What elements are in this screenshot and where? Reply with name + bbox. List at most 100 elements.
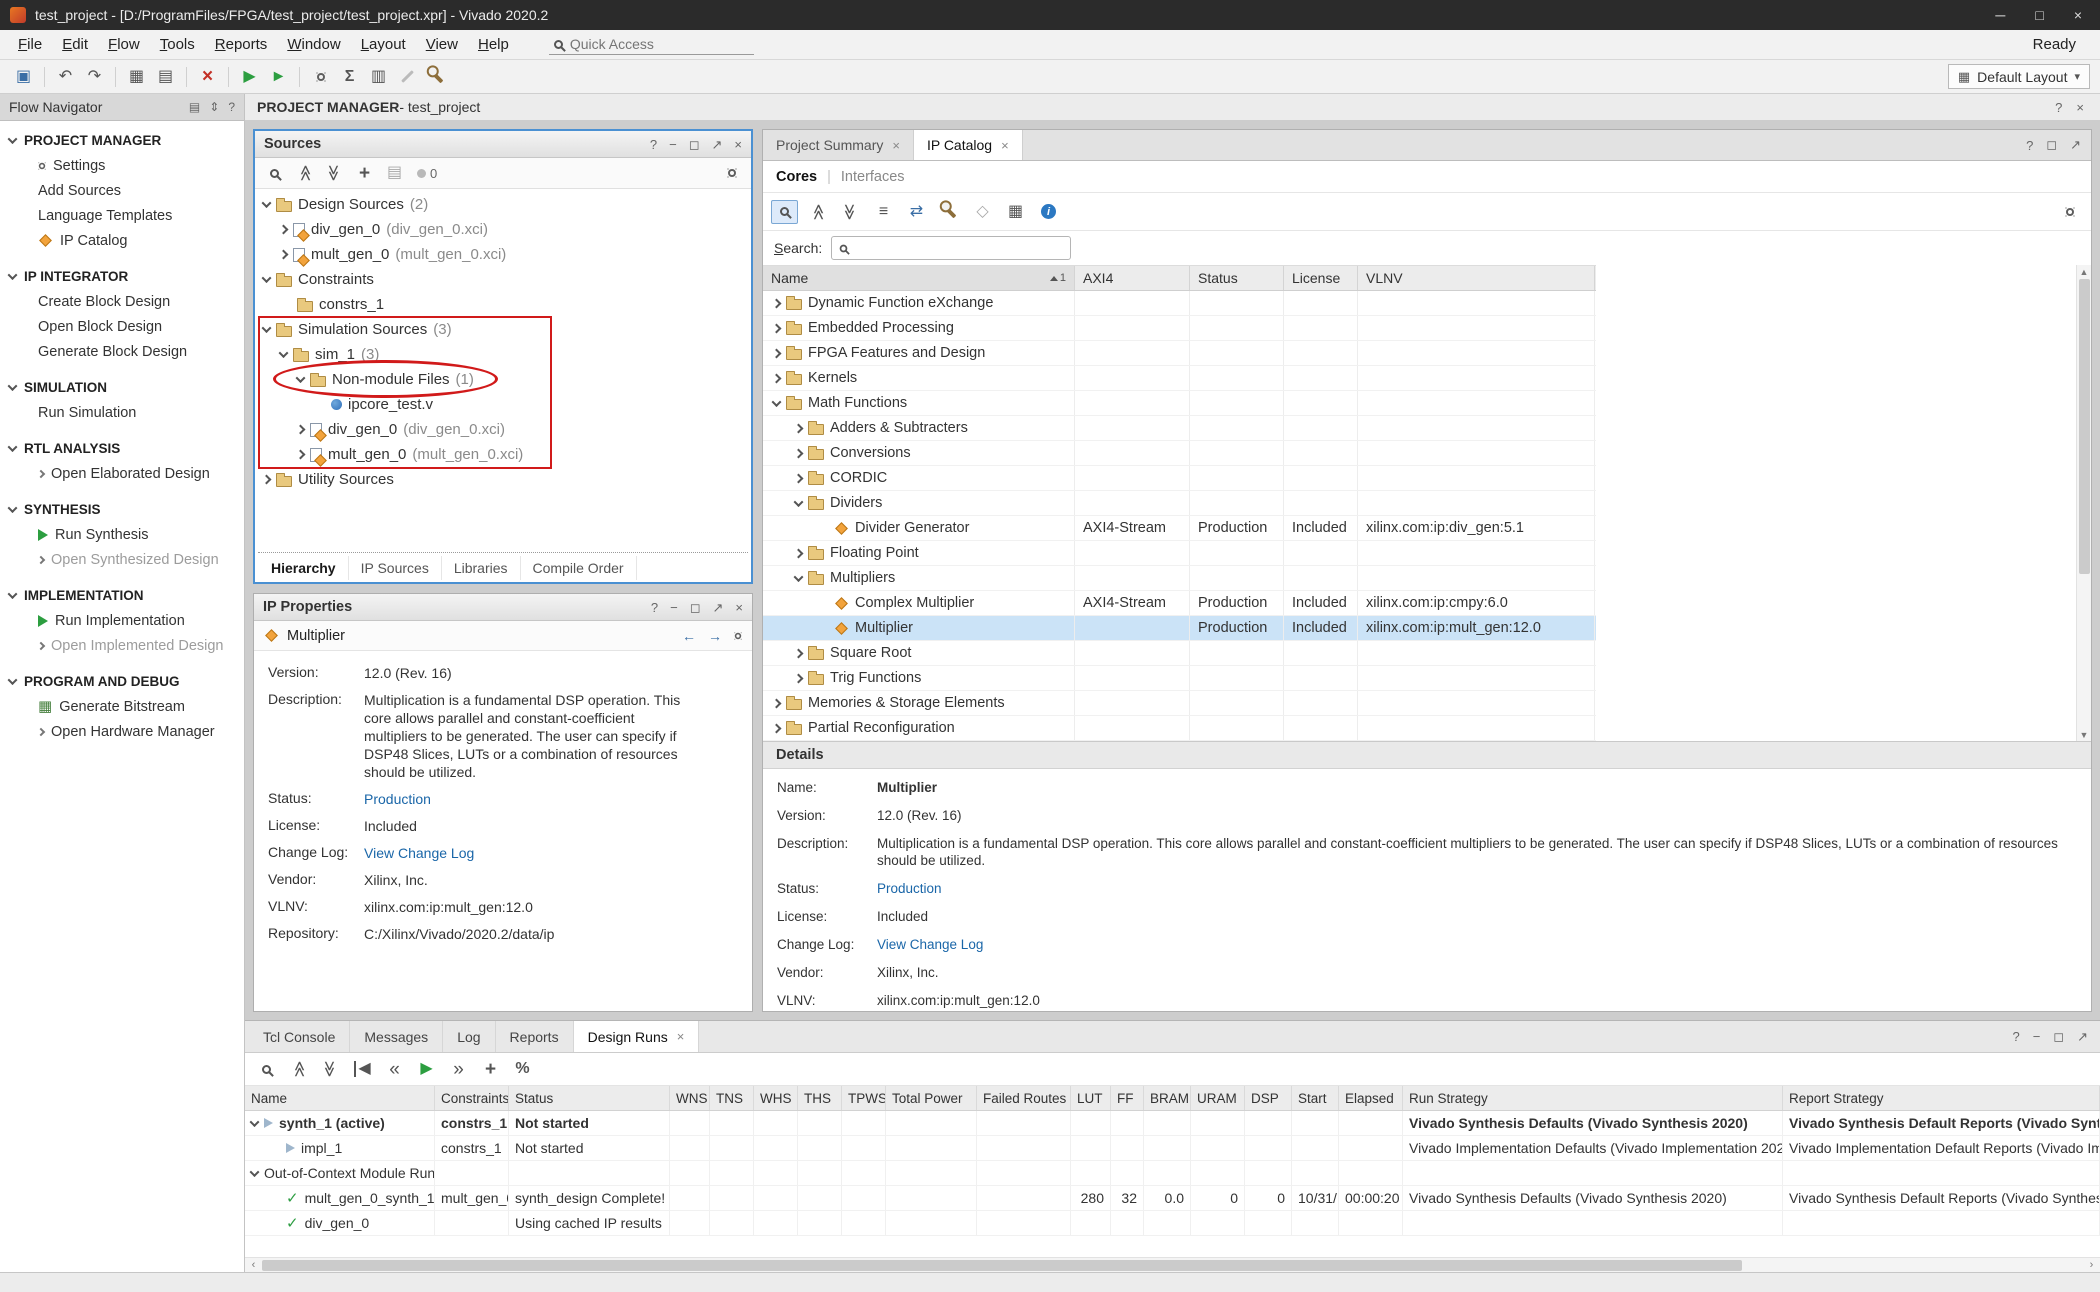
catalog-row-kernels[interactable]: Kernels [763, 366, 1596, 391]
catalog-row-memories-storage-elements[interactable]: Memories & Storage Elements [763, 691, 1596, 716]
catalog-row-cordic[interactable]: CORDIC [763, 466, 1596, 491]
tree-row-simulation-sources[interactable]: Simulation Sources(3) [255, 317, 751, 342]
chevron-right-icon[interactable] [794, 473, 804, 483]
nav-item-generate-block-design[interactable]: Generate Block Design [0, 339, 244, 364]
catalog-row-multipliers[interactable]: Multipliers [763, 566, 1596, 591]
nav-section-header-program-and-debug[interactable]: PROGRAM AND DEBUG [0, 668, 244, 694]
menu-view[interactable]: View [416, 32, 468, 57]
minimize-button[interactable]: ─ [1995, 7, 2005, 23]
tree-row-mult-gen-0[interactable]: mult_gen_0(mult_gen_0.xci) [255, 242, 751, 267]
tree-row-mult-gen-0[interactable]: mult_gen_0(mult_gen_0.xci) [255, 442, 751, 467]
chevron-right-icon[interactable] [262, 475, 272, 485]
chevron-down-icon[interactable] [262, 323, 272, 333]
nav-item-ip-catalog[interactable]: IP Catalog [0, 228, 244, 253]
tab-tcl-console[interactable]: Tcl Console [249, 1021, 350, 1052]
chevron-right-icon[interactable] [772, 723, 782, 733]
horizontal-scrollbar[interactable]: ‹ › [245, 1257, 2100, 1272]
chevron-right-icon[interactable] [772, 373, 782, 383]
menu-reports[interactable]: Reports [205, 32, 278, 57]
settings-icon[interactable] [718, 161, 745, 185]
sources-tab-compile-order[interactable]: Compile Order [521, 556, 637, 580]
catalog-row-square-root[interactable]: Square Root [763, 641, 1596, 666]
chevron-right-icon[interactable] [279, 250, 289, 260]
float-icon[interactable]: ◻ [690, 601, 701, 614]
chevron-right-icon[interactable] [296, 450, 306, 460]
report-icon[interactable]: ▥ [365, 65, 392, 89]
subtab-cores[interactable]: Cores [776, 169, 817, 185]
column-header-name[interactable]: Name1 [763, 266, 1075, 290]
help-icon[interactable]: ? [651, 601, 658, 614]
menu-file[interactable]: File [8, 32, 52, 57]
float-icon[interactable]: ◻ [2046, 137, 2057, 153]
run-row-div-gen-0[interactable]: ✓div_gen_0Using cached IP results [245, 1211, 2100, 1236]
minimize-icon[interactable]: − [670, 601, 678, 614]
transfer-icon[interactable]: ⇄ [903, 200, 930, 224]
column-header-lut[interactable]: LUT [1071, 1086, 1111, 1110]
chevron-right-icon[interactable] [772, 298, 782, 308]
column-header-status[interactable]: Status [1190, 266, 1284, 290]
tab-reports[interactable]: Reports [496, 1021, 574, 1052]
chevron-down-icon[interactable] [279, 348, 289, 358]
close-button[interactable]: × [2074, 7, 2082, 23]
settings-icon[interactable] [2056, 200, 2083, 224]
expand-collapse-icon[interactable]: ⇕ [209, 100, 219, 114]
nav-item-settings[interactable]: Settings [0, 153, 244, 178]
minimize-icon[interactable]: − [669, 138, 677, 151]
column-header-status[interactable]: Status [509, 1086, 670, 1110]
messages-badge[interactable]: 0 [417, 166, 437, 181]
sum-icon[interactable]: Σ [336, 65, 363, 89]
column-header-name[interactable]: Name [245, 1086, 435, 1110]
grid-icon[interactable]: ▦ [1002, 200, 1029, 224]
nav-item-language-templates[interactable]: Language Templates [0, 203, 244, 228]
catalog-row-conversions[interactable]: Conversions [763, 441, 1596, 466]
run-row-synth-1-active[interactable]: synth_1 (active)constrs_1Not startedViva… [245, 1111, 2100, 1136]
run-row-mult-gen-0-synth-1[interactable]: ✓mult_gen_0_synth_1mult_gen_0synth_desig… [245, 1186, 2100, 1211]
chevron-down-icon[interactable] [794, 572, 804, 582]
chevron-right-icon[interactable] [772, 698, 782, 708]
menu-edit[interactable]: Edit [52, 32, 98, 57]
catalog-row-complex-multiplier[interactable]: Complex MultiplierAXI4-StreamProductionI… [763, 591, 1596, 616]
nav-item-open-block-design[interactable]: Open Block Design [0, 314, 244, 339]
sources-tab-ip-sources[interactable]: IP Sources [349, 556, 442, 580]
chevron-right-icon[interactable] [772, 348, 782, 358]
column-header-total-power[interactable]: Total Power [886, 1086, 977, 1110]
tree-row-constrs-1[interactable]: constrs_1 [255, 292, 751, 317]
nav-item-run-implementation[interactable]: Run Implementation [0, 608, 244, 633]
tree-row-design-sources[interactable]: Design Sources(2) [255, 192, 751, 217]
percent-icon[interactable]: % [509, 1057, 536, 1081]
catalog-row-trig-functions[interactable]: Trig Functions [763, 666, 1596, 691]
settings-icon[interactable] [307, 65, 334, 89]
collapse-icon[interactable]: ≪ [291, 161, 318, 185]
delete-icon[interactable]: × [194, 65, 221, 89]
property-value[interactable]: View Change Log [364, 844, 474, 862]
column-header-wns[interactable]: WNS [670, 1086, 710, 1110]
nav-section-header-synthesis[interactable]: SYNTHESIS [0, 496, 244, 522]
chevron-right-icon[interactable] [794, 448, 804, 458]
maximize-icon[interactable]: ↗ [2070, 137, 2081, 153]
quick-access-input[interactable] [570, 36, 730, 52]
chevron-down-icon[interactable] [250, 1167, 260, 1177]
column-header-bram[interactable]: BRAM [1144, 1086, 1191, 1110]
chevron-right-icon[interactable] [794, 673, 804, 683]
column-header-failed-routes[interactable]: Failed Routes [977, 1086, 1071, 1110]
close-icon[interactable]: × [1001, 138, 1009, 153]
scroll-up-icon[interactable]: ▲ [2080, 265, 2089, 278]
scroll-left-icon[interactable]: ‹ [245, 1259, 262, 1271]
catalog-search-box[interactable] [831, 236, 1071, 260]
nav-item-open-implemented-design[interactable]: Open Implemented Design [0, 633, 244, 658]
column-header-start[interactable]: Start [1292, 1086, 1339, 1110]
menu-flow[interactable]: Flow [98, 32, 150, 57]
column-header-whs[interactable]: WHS [754, 1086, 798, 1110]
menu-tools[interactable]: Tools [150, 32, 205, 57]
help-icon[interactable]: ? [228, 100, 235, 114]
column-header-tpws[interactable]: TPWS [842, 1086, 886, 1110]
lock-icon[interactable]: ◇ [969, 200, 996, 224]
minimize-icon[interactable]: − [2033, 1029, 2041, 1044]
collapse-icon[interactable]: ≪ [804, 200, 831, 224]
close-icon[interactable]: × [735, 601, 743, 614]
vertical-scrollbar[interactable]: ▲ ▼ [2076, 265, 2091, 741]
catalog-row-divider-generator[interactable]: Divider GeneratorAXI4-StreamProductionIn… [763, 516, 1596, 541]
column-header-vlnv[interactable]: VLNV [1358, 266, 1595, 290]
subtab-interfaces[interactable]: Interfaces [841, 169, 905, 185]
float-icon[interactable]: ◻ [2053, 1029, 2064, 1045]
